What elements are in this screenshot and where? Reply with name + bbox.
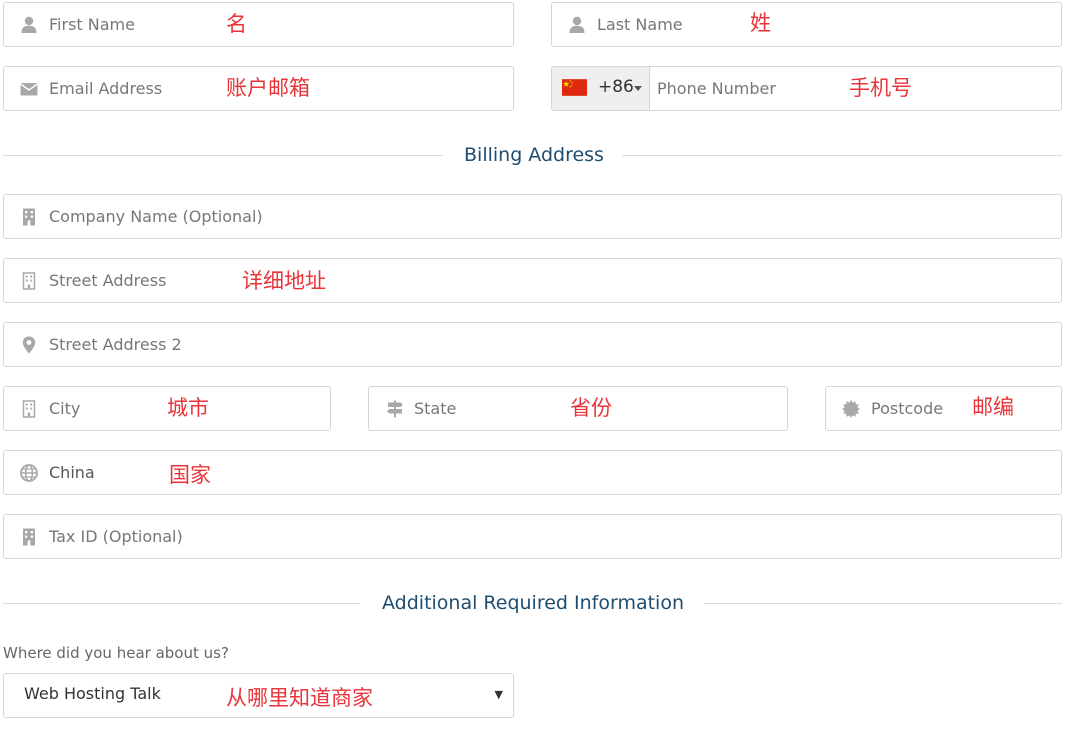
billing-section-title: Billing Address bbox=[464, 144, 604, 166]
referral-question-label: Where did you hear about us? bbox=[3, 644, 229, 662]
billing-divider-left bbox=[3, 155, 443, 156]
country-code-dropdown[interactable]: +86 bbox=[552, 67, 650, 110]
building-icon bbox=[19, 207, 39, 227]
referral-annotation: 从哪里知道商家 bbox=[226, 686, 373, 710]
dial-code: +86 bbox=[598, 77, 634, 97]
last-name-annotation: 姓 bbox=[750, 11, 771, 35]
first-name-field[interactable] bbox=[3, 2, 514, 47]
additional-divider-left bbox=[3, 603, 360, 604]
country-annotation: 国家 bbox=[169, 463, 211, 487]
certificate-icon bbox=[841, 399, 861, 419]
street-address-field[interactable] bbox=[3, 258, 1062, 303]
caret-down-icon bbox=[634, 86, 642, 91]
street-address-2-field[interactable] bbox=[3, 322, 1062, 367]
tax-id-input[interactable] bbox=[49, 515, 1051, 557]
china-flag-icon bbox=[562, 79, 587, 96]
building-icon bbox=[19, 527, 39, 547]
company-field[interactable] bbox=[3, 194, 1062, 239]
company-input[interactable] bbox=[49, 195, 1051, 237]
state-annotation: 省份 bbox=[570, 396, 612, 420]
user-icon bbox=[19, 15, 39, 35]
email-annotation: 账户邮箱 bbox=[226, 76, 310, 100]
last-name-input[interactable] bbox=[597, 3, 1051, 45]
user-icon bbox=[567, 15, 587, 35]
signpost-icon bbox=[385, 399, 405, 419]
building-outline-icon bbox=[19, 399, 39, 419]
country-field[interactable] bbox=[3, 450, 1062, 495]
phone-annotation: 手机号 bbox=[849, 76, 912, 100]
postcode-annotation: 邮编 bbox=[972, 395, 1014, 419]
street-address-annotation: 详细地址 bbox=[242, 269, 326, 293]
building-outline-icon bbox=[19, 271, 39, 291]
city-annotation: 城市 bbox=[167, 396, 209, 420]
street-address-input[interactable] bbox=[49, 259, 1051, 301]
postcode-input[interactable] bbox=[871, 387, 1051, 429]
billing-divider-right bbox=[622, 155, 1062, 156]
globe-icon bbox=[19, 463, 39, 483]
last-name-field[interactable] bbox=[551, 2, 1062, 47]
map-marker-icon bbox=[19, 335, 39, 355]
select-arrow-icon: ▼ bbox=[494, 688, 503, 701]
postcode-field[interactable] bbox=[825, 386, 1062, 431]
additional-divider-right bbox=[704, 603, 1062, 604]
additional-section-title: Additional Required Information bbox=[382, 592, 685, 614]
envelope-icon bbox=[19, 79, 39, 99]
first-name-input[interactable] bbox=[49, 3, 503, 45]
first-name-annotation: 名 bbox=[226, 12, 247, 36]
street-address-2-input[interactable] bbox=[49, 323, 1051, 365]
referral-selected-value: Web Hosting Talk bbox=[24, 684, 161, 703]
tax-id-field[interactable] bbox=[3, 514, 1062, 559]
phone-field[interactable]: +86 bbox=[551, 66, 1062, 111]
